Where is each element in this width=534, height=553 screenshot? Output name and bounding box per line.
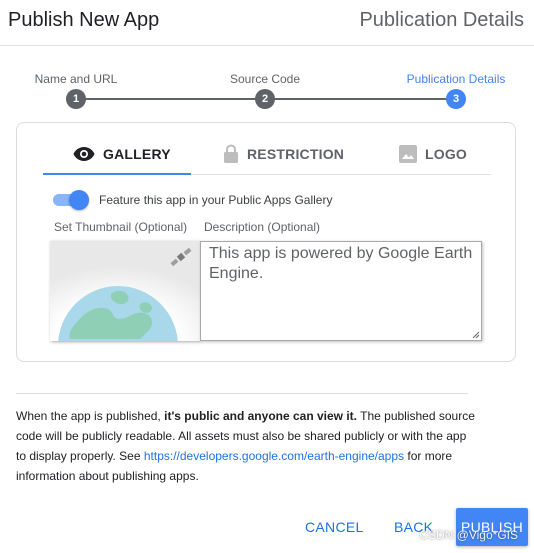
step-circle-2[interactable]: 2 xyxy=(255,89,275,109)
thumbnail-label: Set Thumbnail (Optional) xyxy=(54,220,188,234)
dialog-header: Publish New App Publication Details xyxy=(0,0,534,46)
info-emphasis: it's public and anyone can view it. xyxy=(164,409,358,423)
stepper: Name and URL Source Code Publication Det… xyxy=(0,62,534,112)
details-card: GALLERY RESTRICTION LOGO Feature this ap… xyxy=(16,122,516,362)
step-label-source-code: Source Code xyxy=(229,72,301,86)
info-text: When the app is published, xyxy=(16,409,165,423)
eye-icon xyxy=(73,146,95,162)
tab-label: RESTRICTION xyxy=(247,146,345,162)
tab-gallery[interactable]: GALLERY xyxy=(73,133,171,175)
lock-icon xyxy=(223,144,239,164)
toggle-label: Feature this app in your Public Apps Gal… xyxy=(99,193,333,207)
step-title: Publication Details xyxy=(359,9,524,31)
publish-info-text: When the app is published, it's public a… xyxy=(16,406,476,486)
watermark: CSDN @Vigo*GIS xyxy=(419,528,518,542)
resize-grip-icon[interactable] xyxy=(472,331,480,339)
gallery-toggle-row: Feature this app in your Public Apps Gal… xyxy=(51,189,332,211)
tab-label: GALLERY xyxy=(103,146,171,162)
cancel-button[interactable]: CANCEL xyxy=(305,519,364,535)
tab-bar: GALLERY RESTRICTION LOGO xyxy=(43,133,491,175)
step-label-name-url: Name and URL xyxy=(34,72,118,86)
tab-logo[interactable]: LOGO xyxy=(399,133,467,175)
step-label-publication-details: Publication Details xyxy=(406,72,506,86)
tab-label: LOGO xyxy=(425,146,468,162)
description-label: Description (Optional) xyxy=(204,220,321,234)
toggle-knob xyxy=(69,190,89,210)
step-circle-3[interactable]: 3 xyxy=(446,89,466,109)
step-connector xyxy=(265,98,456,100)
image-icon xyxy=(399,145,417,163)
dialog-title: Publish New App xyxy=(8,9,160,31)
thumbnail-picker[interactable] xyxy=(50,241,200,341)
divider xyxy=(16,393,468,394)
feature-in-gallery-toggle[interactable] xyxy=(51,190,89,210)
tab-restriction[interactable]: RESTRICTION xyxy=(223,133,344,175)
step-connector xyxy=(76,98,265,100)
docs-link[interactable]: https://developers.google.com/earth-engi… xyxy=(144,449,404,463)
description-textarea[interactable]: This app is powered by Google Earth Engi… xyxy=(200,241,482,341)
earth-globe-icon xyxy=(50,241,200,341)
step-circle-1[interactable]: 1 xyxy=(66,89,86,109)
active-tab-indicator xyxy=(43,173,191,175)
